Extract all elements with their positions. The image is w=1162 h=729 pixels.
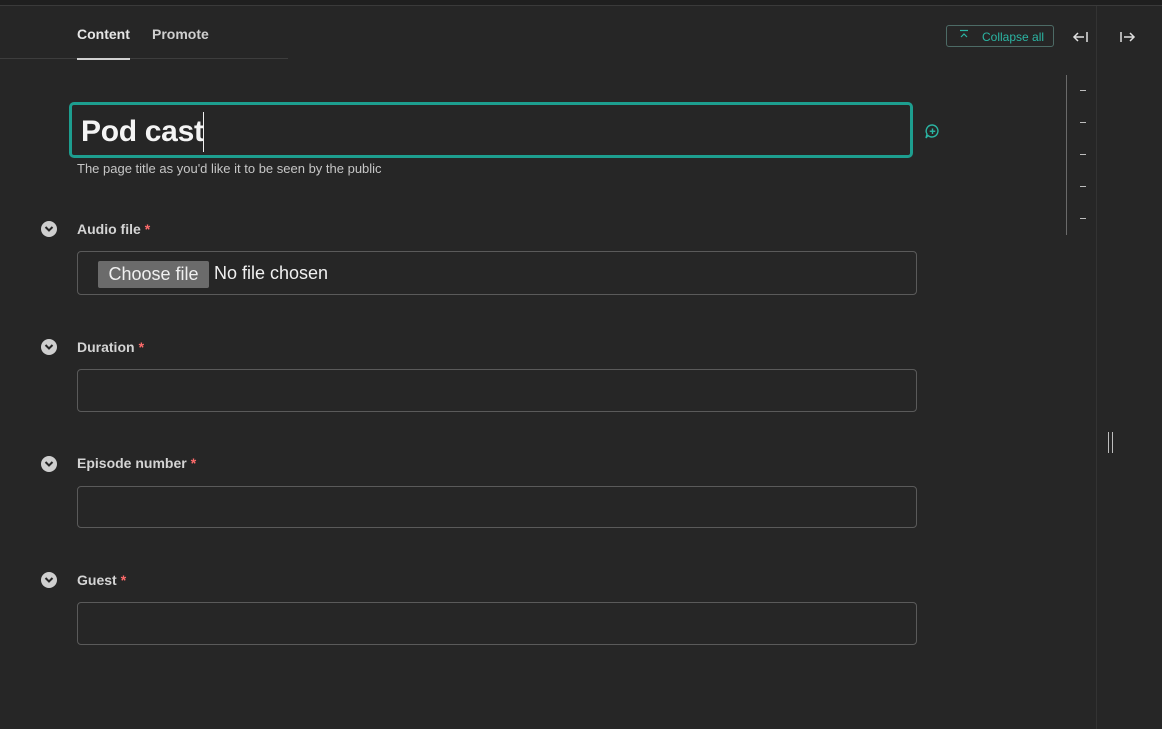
tab-promote[interactable]: Promote: [152, 26, 209, 42]
page-title-input[interactable]: Pod cast: [69, 102, 913, 158]
minimap-track: [1066, 75, 1067, 235]
episode-number-input[interactable]: [77, 486, 917, 528]
minimap-marker[interactable]: [1080, 218, 1086, 219]
duration-label: Duration *: [77, 339, 145, 355]
add-comment-icon[interactable]: [924, 123, 941, 140]
minimap-marker[interactable]: [1080, 122, 1086, 123]
tab-bar: Content Promote: [0, 6, 288, 60]
required-marker: *: [138, 339, 145, 355]
duration-input[interactable]: [77, 369, 917, 412]
collapse-all-button[interactable]: Collapse all: [946, 25, 1054, 47]
collapse-up-icon: [960, 29, 968, 38]
file-status-text: No file chosen: [214, 263, 329, 283]
chevron-down-icon[interactable]: [41, 221, 57, 237]
audio-file-field: Choose file No file chosen: [77, 251, 917, 295]
audio-file-label: Audio file *: [77, 221, 151, 237]
page-title-value: Pod cast: [81, 115, 204, 148]
episode-number-label: Episode number *: [77, 455, 197, 471]
minimap-marker[interactable]: [1080, 154, 1086, 155]
chevron-down-icon[interactable]: [41, 339, 57, 355]
guest-label: Guest *: [77, 572, 127, 588]
title-help-text: The page title as you'd like it to be se…: [77, 161, 382, 176]
text-caret: [203, 112, 204, 152]
choose-file-button[interactable]: Choose file: [98, 261, 209, 288]
minimap-marker[interactable]: [1080, 186, 1086, 187]
guest-input[interactable]: [77, 602, 917, 645]
required-marker: *: [144, 221, 151, 237]
minimap-marker[interactable]: [1080, 90, 1086, 91]
collapse-all-label: Collapse all: [982, 30, 1045, 44]
required-marker: *: [120, 572, 127, 588]
chevron-down-icon[interactable]: [41, 572, 57, 588]
chevron-down-icon[interactable]: [41, 456, 57, 472]
tab-content[interactable]: Content: [77, 26, 130, 60]
arrow-left-bar-icon[interactable]: [1071, 28, 1089, 46]
required-marker: *: [190, 455, 197, 471]
panel-resize-handle[interactable]: [1108, 432, 1113, 453]
side-panel-divider: [1096, 6, 1097, 729]
arrow-right-bar-icon[interactable]: [1119, 28, 1137, 46]
